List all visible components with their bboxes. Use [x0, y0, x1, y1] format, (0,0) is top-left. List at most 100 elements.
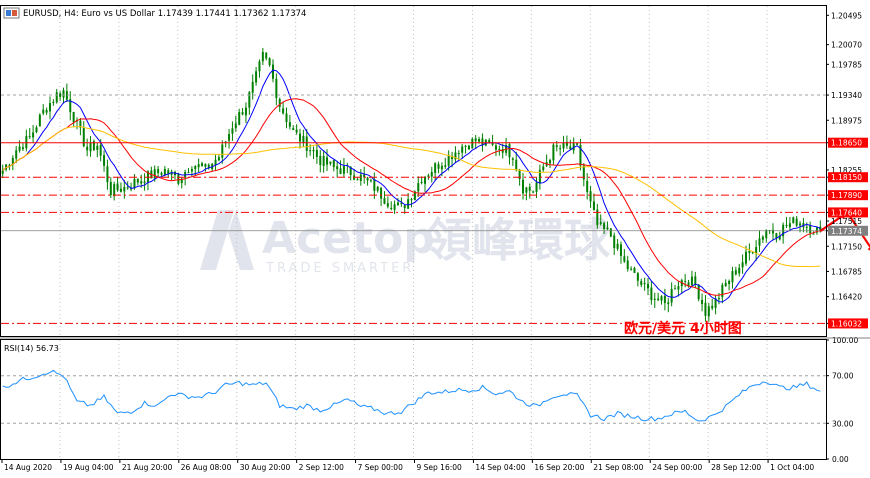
candle-body: [640, 281, 643, 285]
candle-body: [728, 280, 731, 285]
candle-body: [535, 182, 538, 192]
candle-body: [214, 159, 217, 166]
candle-body: [677, 286, 680, 290]
candle-body: [464, 145, 467, 147]
time-tick-label: 28 Sep 12:00: [711, 463, 761, 472]
candle-body: [805, 226, 808, 228]
candle-body: [140, 181, 143, 184]
watermark-chinese: 領峰環球: [426, 213, 611, 267]
candle-body: [187, 172, 190, 174]
candle-body: [258, 61, 261, 72]
candle-body: [28, 136, 31, 138]
candle-body: [427, 175, 430, 177]
candle-body: [549, 160, 552, 164]
candle-body: [32, 132, 35, 138]
candle-body: [559, 148, 562, 150]
candle-body: [133, 179, 136, 189]
candle-body: [647, 283, 650, 289]
candle-body: [106, 166, 109, 183]
candle-body: [299, 133, 302, 142]
candle-body: [674, 288, 677, 290]
time-tick-label: 7 Sep 00:00: [358, 463, 404, 472]
candle-body: [244, 107, 247, 116]
candle-body: [369, 180, 372, 182]
candle-body: [251, 81, 254, 93]
candle-body: [616, 243, 619, 249]
chart-annotation: 欧元/美元 4小时图: [624, 320, 742, 337]
candle-body: [461, 146, 464, 153]
candle-body: [21, 147, 24, 149]
candle-body: [373, 179, 376, 191]
candle-body: [599, 222, 602, 225]
price-level-label: 1.18650: [831, 139, 862, 148]
candle-body: [761, 236, 764, 240]
candle-body: [285, 113, 288, 123]
candle-body: [694, 276, 697, 285]
candle-body: [440, 165, 443, 170]
candle-body: [38, 114, 41, 127]
candle-body: [586, 180, 589, 192]
candle-body: [434, 163, 437, 173]
candle-body: [163, 169, 166, 176]
candle-body: [521, 179, 524, 194]
rsi-tick-label: 0.00: [832, 455, 849, 464]
candle-body: [305, 136, 308, 151]
candle-body: [721, 284, 724, 298]
candle-body: [288, 122, 291, 127]
candle-body: [332, 160, 335, 168]
candle-body: [221, 144, 224, 158]
candle-body: [48, 103, 51, 112]
candle-body: [478, 139, 481, 142]
candle-body: [265, 52, 268, 59]
candle-body: [99, 144, 102, 156]
time-tick-label: 30 Aug 20:00: [240, 463, 291, 472]
time-tick-label: 21 Sep 08:00: [593, 463, 643, 472]
candle-body: [734, 270, 737, 275]
watermark-brand: Acetop: [262, 213, 435, 264]
candle-body: [603, 223, 606, 230]
candle-body: [326, 157, 329, 165]
candle-body: [724, 282, 727, 287]
rsi-tick-label: 30.00: [832, 419, 854, 428]
candle-body: [555, 145, 558, 147]
candle-body: [663, 295, 666, 303]
candle-body: [812, 233, 815, 235]
candle-body: [82, 128, 85, 147]
candle-body: [809, 225, 812, 234]
candle-body: [690, 276, 693, 286]
candle-body: [711, 305, 714, 309]
current-price-label: 1.17374: [831, 227, 862, 236]
candle-body: [650, 287, 653, 301]
candle-body: [609, 228, 612, 237]
candle-body: [494, 145, 497, 150]
price-tick-label: 1.16420: [831, 293, 862, 302]
candle-body: [119, 188, 122, 192]
candle-body: [420, 181, 423, 183]
candle-body: [312, 149, 315, 152]
candle-body: [386, 203, 389, 207]
candle-body: [667, 302, 670, 305]
candle-body: [633, 268, 636, 273]
candle-body: [755, 246, 758, 254]
candle-body: [295, 129, 298, 133]
candle-body: [795, 218, 798, 226]
candle-body: [322, 155, 325, 166]
candle-body: [744, 251, 747, 264]
time-tick-label: 19 Aug 04:00: [63, 463, 114, 472]
candle-body: [589, 191, 592, 202]
candle-body: [636, 273, 639, 281]
candle-body: [197, 164, 200, 168]
candle-body: [606, 227, 609, 230]
symbol-info: EURUSD, H4: Euro vs US Dollar 1.17439 1.…: [23, 9, 306, 19]
candle-body: [765, 230, 768, 239]
candle-body: [630, 268, 633, 270]
rsi-title: RSI(14) 56.73: [4, 344, 59, 353]
candle-body: [123, 186, 126, 192]
candle-body: [292, 128, 295, 131]
candle-body: [417, 183, 420, 192]
candle-body: [380, 187, 383, 199]
candle-body: [576, 143, 579, 145]
price-tick-label: 1.19785: [831, 60, 862, 69]
candle-body: [569, 146, 572, 150]
price-level-label: 1.18150: [831, 173, 862, 182]
